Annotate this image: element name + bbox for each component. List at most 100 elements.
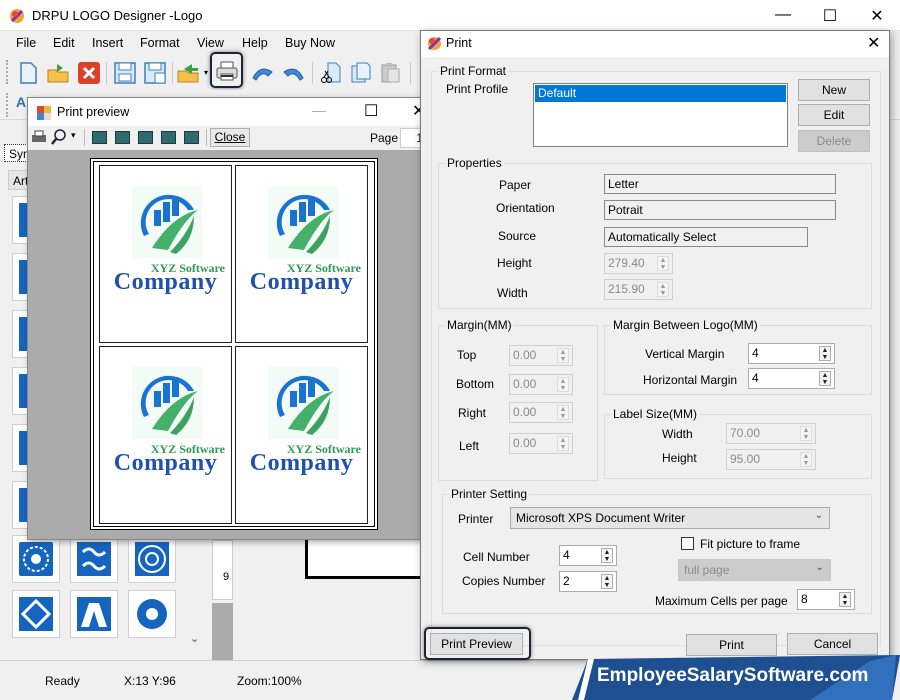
status-coords: X:13 Y:96 <box>124 674 176 688</box>
print-preview-title-bar: Print preview — ☐ ✕ <box>28 98 440 126</box>
zoom-icon[interactable] <box>51 129 67 145</box>
zoom-dropdown-icon[interactable]: ▾ <box>71 130 76 141</box>
menu-buy-now[interactable]: Buy Now <box>285 36 335 50</box>
copy-icon[interactable] <box>348 60 374 86</box>
label-width-label: Width <box>662 427 693 441</box>
logo-graphic-icon <box>268 186 338 258</box>
paper-height-spinner[interactable]: 279.40 ▲ ▼ <box>604 253 673 274</box>
print-preview-button[interactable]: Print Preview <box>430 633 523 655</box>
minimize-button[interactable]: — <box>768 6 798 24</box>
label-width-spinner[interactable]: 70.00 ▲ ▼ <box>726 423 816 444</box>
undo-icon[interactable] <box>250 60 276 86</box>
menu-format[interactable]: Format <box>140 36 180 50</box>
export-dropdown-icon[interactable]: ▾ <box>204 68 208 77</box>
scroll-down-icon[interactable]: ⌄ <box>190 632 199 645</box>
profile-item-default[interactable]: Default <box>535 85 786 102</box>
symbol-item[interactable] <box>70 590 118 638</box>
copies-number-spinner[interactable]: 2 ▲ ▼ <box>559 571 617 592</box>
menu-file[interactable]: File <box>16 36 36 50</box>
paste-icon[interactable] <box>378 60 404 86</box>
save-as-icon[interactable] <box>142 60 168 86</box>
three-pages-icon[interactable] <box>138 131 153 144</box>
close-button[interactable]: ✕ <box>862 6 892 26</box>
margin-bottom-label: Bottom <box>456 377 495 391</box>
new-file-icon[interactable] <box>15 60 41 86</box>
preview-maximize-button[interactable]: ☐ <box>364 101 378 121</box>
one-page-icon[interactable] <box>92 131 107 144</box>
paper-label: Paper <box>499 178 532 192</box>
toolbar-grip[interactable] <box>6 60 9 84</box>
two-pages-icon[interactable] <box>115 131 130 144</box>
fit-mode-select[interactable]: full page ⌄ <box>678 559 831 581</box>
chevron-down-icon: ⌄ <box>814 510 823 521</box>
menu-insert[interactable]: Insert <box>92 36 123 50</box>
print-dialog: Print ✕ Print Format Print Profile Defau… <box>420 30 890 660</box>
logo-line2: Company <box>113 450 218 476</box>
status-zoom: Zoom:100% <box>237 674 302 688</box>
menu-edit[interactable]: Edit <box>53 36 75 50</box>
app-logo-icon <box>427 36 442 51</box>
margin-top-spinner[interactable]: 0.00 ▲ ▼ <box>509 345 573 366</box>
symbol-item[interactable] <box>12 535 60 583</box>
paper-width-spinner[interactable]: 215.90 ▲ ▼ <box>604 279 673 300</box>
print-button[interactable]: Print <box>686 634 777 656</box>
redo-icon[interactable] <box>280 60 306 86</box>
open-folder-icon[interactable] <box>45 60 71 86</box>
company-logo: XYZ Software Company <box>236 166 367 342</box>
export-icon[interactable] <box>176 60 202 86</box>
symbol-item[interactable] <box>70 535 118 583</box>
fit-picture-label: Fit picture to frame <box>700 537 801 551</box>
fit-picture-checkbox[interactable] <box>681 537 694 550</box>
symbol-item[interactable] <box>128 535 176 583</box>
source-label: Source <box>498 229 537 243</box>
company-logo: XYZ Software Company <box>100 166 231 342</box>
print-preview-toolbar: ▾ Close Page 1 ▲▼ <box>28 126 440 150</box>
four-pages-icon[interactable] <box>161 131 176 144</box>
save-icon[interactable] <box>112 60 138 86</box>
page-label: Page <box>370 131 399 145</box>
symbol-item[interactable] <box>12 590 60 638</box>
edit-profile-button[interactable]: Edit <box>798 104 870 126</box>
margin-right-spinner[interactable]: 0.00 ▲ ▼ <box>509 402 573 423</box>
vertical-margin-label: Vertical Margin <box>645 347 725 361</box>
toolbar-grip[interactable] <box>6 93 9 117</box>
paper-height-label: Height <box>497 256 532 270</box>
label-height-label: Height <box>662 451 697 465</box>
delete-profile-button[interactable]: Delete <box>798 130 870 152</box>
print-profile-list[interactable]: Default <box>533 83 788 147</box>
printer-select[interactable]: Microsoft XPS Document Writer ⌄ <box>510 507 830 529</box>
menu-help[interactable]: Help <box>242 36 268 50</box>
cell-number-spinner[interactable]: 4 ▲ ▼ <box>559 545 617 566</box>
preview-close-toolbar-button[interactable]: Close <box>210 128 250 147</box>
six-pages-icon[interactable] <box>184 131 199 144</box>
cancel-button[interactable]: Cancel <box>787 633 878 655</box>
paper-width-label: Width <box>497 286 528 300</box>
close-document-icon[interactable] <box>76 60 102 86</box>
maximize-button[interactable]: ☐ <box>815 6 845 26</box>
printer-label: Printer <box>458 512 494 526</box>
horizontal-margin-spinner[interactable]: 4 ▲ ▼ <box>748 368 835 389</box>
app-logo-icon <box>10 9 24 23</box>
status-state: Ready <box>45 674 80 688</box>
cut-icon[interactable] <box>318 60 344 86</box>
watermark-banner: EmployeeSalarySoftware.com <box>570 655 900 700</box>
menu-view[interactable]: View <box>197 36 224 50</box>
label-cell: XYZ Software Company <box>99 346 232 524</box>
label-cell: XYZ Software Company <box>235 165 368 343</box>
margin-right-label: Right <box>458 406 487 420</box>
margin-bottom-spinner[interactable]: 0.00 ▲ ▼ <box>509 374 573 395</box>
print-icon[interactable] <box>31 130 47 145</box>
print-icon[interactable] <box>214 59 240 85</box>
margin-left-spinner[interactable]: 0.00 ▲ ▼ <box>509 433 573 454</box>
logo-line2: Company <box>113 269 218 295</box>
preview-minimize-button[interactable]: — <box>312 102 326 118</box>
print-dialog-close-button[interactable]: ✕ <box>867 33 880 53</box>
max-cells-spinner[interactable]: 8 ▲ ▼ <box>797 589 855 610</box>
new-profile-button[interactable]: New <box>798 79 870 101</box>
text-tool-icon[interactable]: A <box>16 94 26 110</box>
max-cells-label: Maximum Cells per page <box>655 594 788 608</box>
vertical-margin-spinner[interactable]: 4 ▲ ▼ <box>748 343 835 364</box>
symbol-item[interactable] <box>128 590 176 638</box>
label-height-spinner[interactable]: 95.00 ▲ ▼ <box>726 449 816 470</box>
preview-page: XYZ Software Company XYZ Software Company … <box>90 158 378 530</box>
